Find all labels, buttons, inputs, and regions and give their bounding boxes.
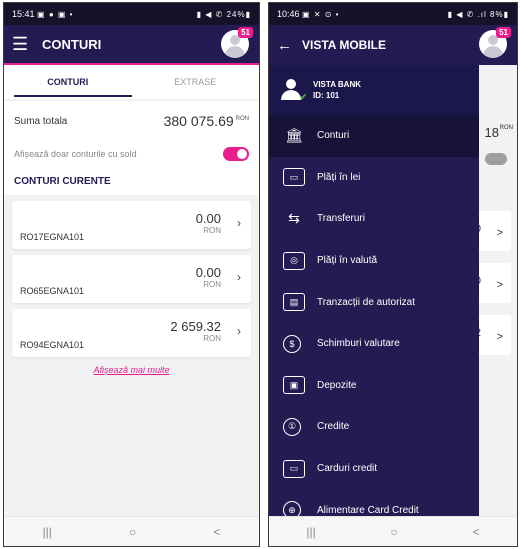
- drawer-title: VISTA MOBILE: [302, 38, 386, 52]
- menu-item-depozite[interactable]: ▣ Depozite: [269, 365, 479, 407]
- page-title: CONTURI: [42, 36, 102, 52]
- notification-badge: 51: [238, 27, 253, 38]
- authorize-icon: ▤: [283, 293, 305, 312]
- chevron-right-icon: >: [496, 227, 503, 239]
- system-navbar: ||| ○ <: [4, 516, 259, 546]
- menu-item-label: Credite: [317, 421, 350, 433]
- account-card[interactable]: 0.00 RON RO17EGNA101 ›: [12, 201, 251, 249]
- user-id: ID: 101: [313, 91, 340, 100]
- tabs: CONTURI EXTRASE: [4, 65, 259, 99]
- section-title: CONTURI CURENTE: [4, 167, 259, 195]
- total-balance-row: Suma totala 380 075.69 RON: [4, 101, 259, 141]
- chevron-right-icon: >: [496, 279, 503, 291]
- status-icons-left: ▣ ✕ ⊙ •: [302, 10, 340, 19]
- status-icons-right: ▮ ◀ ✆ .ıl 8%▮: [447, 9, 509, 19]
- back-arrow-icon[interactable]: ←: [277, 37, 292, 54]
- home-button[interactable]: ○: [129, 525, 136, 539]
- recent-apps-button[interactable]: |||: [43, 525, 52, 539]
- total-value: 380 075.69: [163, 113, 234, 129]
- menu-item-label: Schimburi valutare: [317, 338, 400, 350]
- back-button[interactable]: <: [213, 525, 220, 539]
- menu-item-label: Depozite: [317, 379, 357, 391]
- menu-item-label: Plăți în valută: [317, 255, 378, 267]
- deposit-icon: ▣: [283, 376, 305, 395]
- home-button[interactable]: ○: [391, 525, 398, 539]
- total-value-wrap: 380 075.69 RON: [164, 113, 249, 129]
- menu-item-tranzactii[interactable]: ▤ Tranzacții de autorizat: [269, 281, 479, 323]
- account-currency: RON: [203, 280, 221, 289]
- menu-item-plati-valuta[interactable]: ◎ Plăți în valută: [269, 240, 479, 282]
- app-bar: ☰ CONTURI 51: [4, 25, 259, 65]
- tab-extrase[interactable]: EXTRASE: [132, 65, 260, 99]
- chevron-right-icon: ›: [237, 216, 241, 230]
- transfer-icon: ⇆: [288, 210, 300, 227]
- status-bar: 10:46 ▣ ✕ ⊙ • ▮ ◀ ✆ .ıl 8%▮: [269, 3, 517, 25]
- exchange-icon: $: [283, 334, 301, 353]
- recent-apps-button[interactable]: |||: [306, 525, 315, 539]
- bank-icon: 🏛: [285, 127, 303, 144]
- menu-item-label: Carduri credit: [317, 463, 378, 475]
- menu-item-carduri-credit[interactable]: ▭ Carduri credit: [269, 448, 479, 490]
- show-more-link[interactable]: Afișează mai multe: [4, 365, 259, 375]
- filter-row: Afișează doar conturile cu sold: [4, 141, 259, 167]
- credit-card-icon: ▭: [283, 459, 305, 478]
- payment-lei-icon: ▭: [283, 168, 305, 187]
- system-navbar: ||| ○ <: [269, 516, 517, 546]
- menu-item-label: Conturi: [317, 130, 350, 142]
- account-amount: 0.00: [195, 265, 221, 280]
- menu-item-credite[interactable]: ① Credite: [269, 406, 479, 448]
- back-button[interactable]: <: [473, 525, 480, 539]
- account-currency: RON: [203, 334, 221, 343]
- navigation-drawer: ← VISTA MOBILE ✔ VISTA BANK ID: 101 🏛 Co…: [269, 25, 479, 520]
- menu-item-conturi[interactable]: 🏛 Conturi: [269, 115, 479, 157]
- profile-avatar[interactable]: 51: [479, 27, 511, 58]
- menu-item-label: Plăți în lei: [317, 171, 361, 183]
- hamburger-menu-icon[interactable]: ☰: [12, 34, 34, 55]
- left-screen: 15:41 ▣ ● ▣ • ▮ ◀ ✆ 24%▮ ☰ CONTURI 51 CO…: [3, 2, 260, 547]
- bg-total-currency: RON: [499, 125, 513, 131]
- balance-filter-toggle[interactable]: [223, 147, 249, 161]
- user-bank-name: VISTA BANK: [313, 80, 361, 89]
- status-bar: 15:41 ▣ ● ▣ • ▮ ◀ ✆ 24%▮: [4, 3, 259, 25]
- account-amount: 2 659.32: [170, 319, 221, 334]
- account-iban: RO94EGNA101: [20, 340, 85, 350]
- user-block: ✔ VISTA BANK ID: 101: [269, 65, 479, 115]
- account-currency: RON: [203, 226, 221, 235]
- bg-total-fragment: 18: [484, 125, 499, 140]
- status-icons-left: ▣ ● ▣ •: [37, 10, 74, 19]
- chevron-right-icon: >: [496, 331, 503, 343]
- menu-item-label: Tranzacții de autorizat: [317, 296, 416, 308]
- notification-badge: 51: [496, 27, 511, 38]
- chevron-right-icon: ›: [237, 270, 241, 284]
- status-time: 10:46: [277, 9, 300, 19]
- drawer-header: ← VISTA MOBILE: [269, 25, 479, 65]
- chevron-right-icon: ›: [237, 324, 241, 338]
- payment-currency-icon: ◎: [283, 251, 305, 270]
- user-verified-icon: ✔: [281, 79, 307, 102]
- menu-item-label: Transferuri: [317, 213, 365, 225]
- menu-item-label: Alimentare Card Credit: [317, 504, 419, 516]
- account-card[interactable]: 2 659.32 RON RO94EGNA101 ›: [12, 309, 251, 357]
- total-currency: RON: [235, 116, 249, 123]
- bg-toggle: [485, 153, 507, 165]
- status-icons-right: ▮ ◀ ✆ 24%▮: [196, 9, 251, 19]
- tab-conturi[interactable]: CONTURI: [4, 65, 132, 99]
- filter-label: Afișează doar conturile cu sold: [14, 149, 137, 159]
- total-label: Suma totala: [14, 115, 68, 127]
- menu-item-transferuri[interactable]: ⇆ Transferuri: [269, 198, 479, 240]
- account-card[interactable]: 0.00 RON RO65EGNA101 ›: [12, 255, 251, 303]
- profile-avatar[interactable]: 51: [221, 27, 253, 58]
- status-time: 15:41: [12, 9, 35, 19]
- account-iban: RO17EGNA101: [20, 232, 85, 242]
- menu-item-plati-lei[interactable]: ▭ Plăți în lei: [269, 157, 479, 199]
- right-screen: 10:46 ▣ ✕ ⊙ • ▮ ◀ ✆ .ıl 8%▮ 51 18 RON 0 …: [268, 2, 518, 547]
- menu-item-schimburi[interactable]: $ Schimburi valutare: [269, 323, 479, 365]
- account-iban: RO65EGNA101: [20, 286, 85, 296]
- credit-icon: ①: [283, 417, 301, 436]
- account-amount: 0.00: [195, 211, 221, 226]
